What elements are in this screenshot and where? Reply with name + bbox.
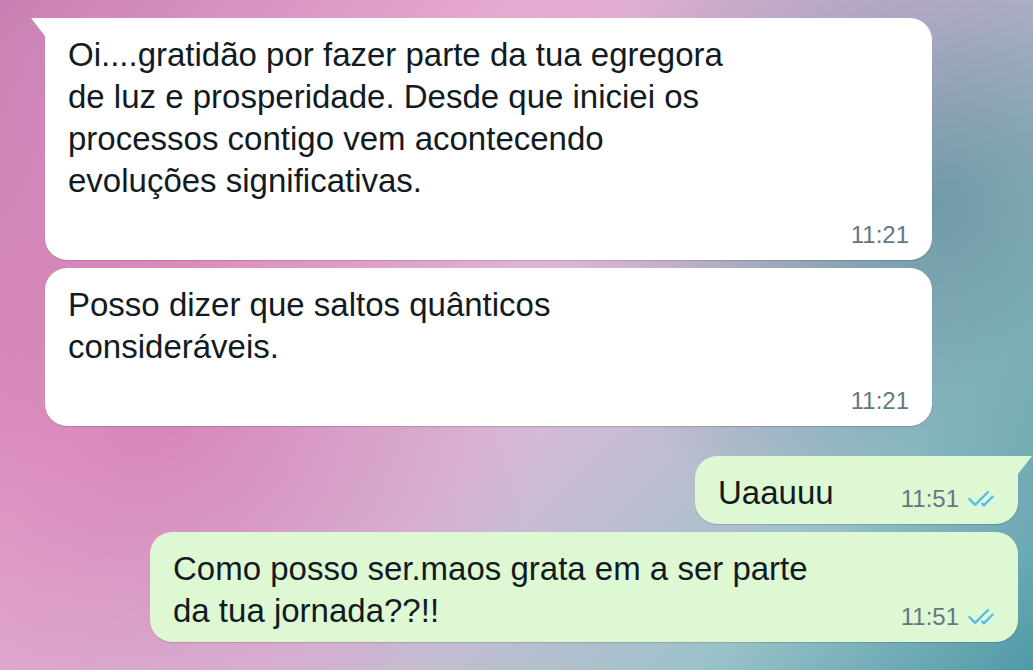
message-line: Oi....gratidão por fazer parte da tua eg…	[68, 34, 909, 76]
outgoing-message[interactable]: Como posso ser.maos grata em a ser parte…	[150, 532, 1018, 642]
double-check-icon	[967, 485, 995, 513]
outgoing-message[interactable]: Uaauuu 11:51	[695, 456, 1018, 524]
double-check-icon	[967, 603, 995, 631]
message-line: processos contigo vem acontecendo	[68, 118, 909, 160]
message-line: evoluções significativas.	[68, 160, 909, 202]
incoming-message[interactable]: Oi....gratidão por fazer parte da tua eg…	[45, 18, 932, 260]
message-line: consideráveis.	[68, 326, 909, 368]
message-time: 11:21	[851, 220, 909, 250]
bubble-tail	[31, 18, 45, 36]
bubble-tail	[1018, 456, 1032, 474]
message-line: Posso dizer que saltos quânticos	[68, 284, 909, 326]
message-time: 11:51	[901, 484, 959, 514]
message-line: da tua jornada??!!	[173, 590, 439, 632]
message-line: Como posso ser.maos grata em a ser parte	[173, 548, 995, 590]
incoming-message[interactable]: Posso dizer que saltos quânticosconsider…	[45, 268, 932, 426]
message-line: de luz e prosperidade. Desde que iniciei…	[68, 76, 909, 118]
message-list: Oi....gratidão por fazer parte da tua eg…	[0, 0, 1033, 642]
chat-screen: Oi....gratidão por fazer parte da tua eg…	[0, 0, 1033, 670]
message-time: 11:21	[851, 386, 909, 416]
message-line: Uaauuu	[718, 472, 834, 514]
message-time: 11:51	[901, 602, 959, 632]
